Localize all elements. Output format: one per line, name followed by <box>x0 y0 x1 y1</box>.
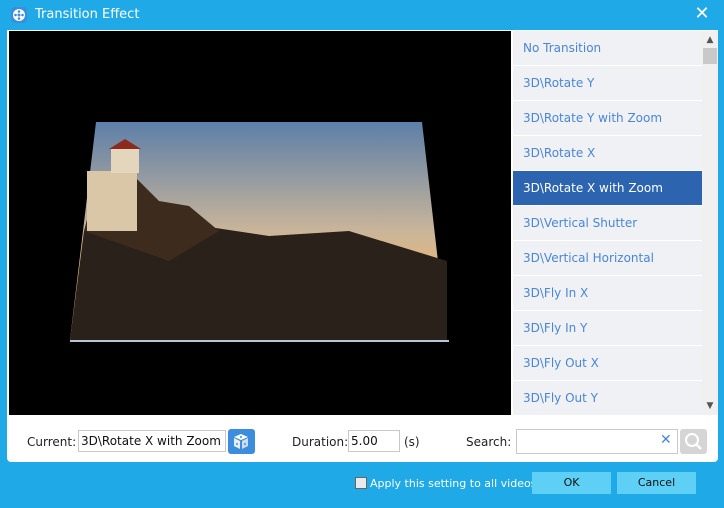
window-title: Transition Effect <box>35 7 140 22</box>
duration-unit: (s) <box>404 435 420 449</box>
transition-item[interactable]: 3D\Fly In Y <box>513 311 702 346</box>
transition-item[interactable]: No Transition <box>513 31 702 66</box>
list-scrollbar[interactable]: ▲ ▼ <box>702 31 718 415</box>
preview-image <box>70 122 449 342</box>
transition-item[interactable]: 3D\Vertical Shutter <box>513 206 702 241</box>
scroll-down-icon[interactable]: ▼ <box>702 399 718 413</box>
transition-item[interactable]: 3D\Rotate X <box>513 136 702 171</box>
cancel-button[interactable]: Cancel <box>617 472 696 494</box>
duration-field[interactable]: 5.00 <box>348 430 400 452</box>
magnifier-icon[interactable] <box>680 429 707 454</box>
search-input[interactable] <box>516 429 678 454</box>
apply-all-checkbox[interactable] <box>355 477 367 489</box>
transition-item[interactable]: 3D\Rotate Y with Zoom <box>513 101 702 136</box>
title-bar: Transition Effect ✕ <box>0 0 724 30</box>
duration-label: Duration: <box>292 435 349 449</box>
transition-item[interactable]: 3D\Rotate Y <box>513 66 702 101</box>
transition-item[interactable]: 3D\Vertical Horizontal <box>513 241 702 276</box>
transition-list[interactable]: No Transition 3D\Rotate Y 3D\Rotate Y with… <box>513 31 702 415</box>
search-label: Search: <box>466 435 512 449</box>
preview-area <box>9 31 511 415</box>
apply-all-label[interactable]: Apply this setting to all videos <box>370 477 536 490</box>
ok-button[interactable]: OK <box>532 472 611 494</box>
current-field[interactable]: 3D\Rotate X with Zoom <box>78 430 226 452</box>
scroll-up-icon[interactable]: ▲ <box>702 33 718 47</box>
transition-item[interactable]: 3D\Rotate X with Zoom <box>513 171 702 206</box>
transition-item[interactable]: 3D\Fly In X <box>513 276 702 311</box>
clear-search-icon[interactable]: ✕ <box>660 432 672 448</box>
close-icon[interactable]: ✕ <box>692 4 712 24</box>
transition-item[interactable]: 3D\Fly Out Y <box>513 381 702 415</box>
dice-icon[interactable] <box>228 429 255 454</box>
film-reel-icon <box>11 7 27 23</box>
scroll-thumb[interactable] <box>703 48 717 64</box>
current-label: Current: <box>27 435 77 449</box>
transition-item[interactable]: 3D\Fly Out X <box>513 346 702 381</box>
